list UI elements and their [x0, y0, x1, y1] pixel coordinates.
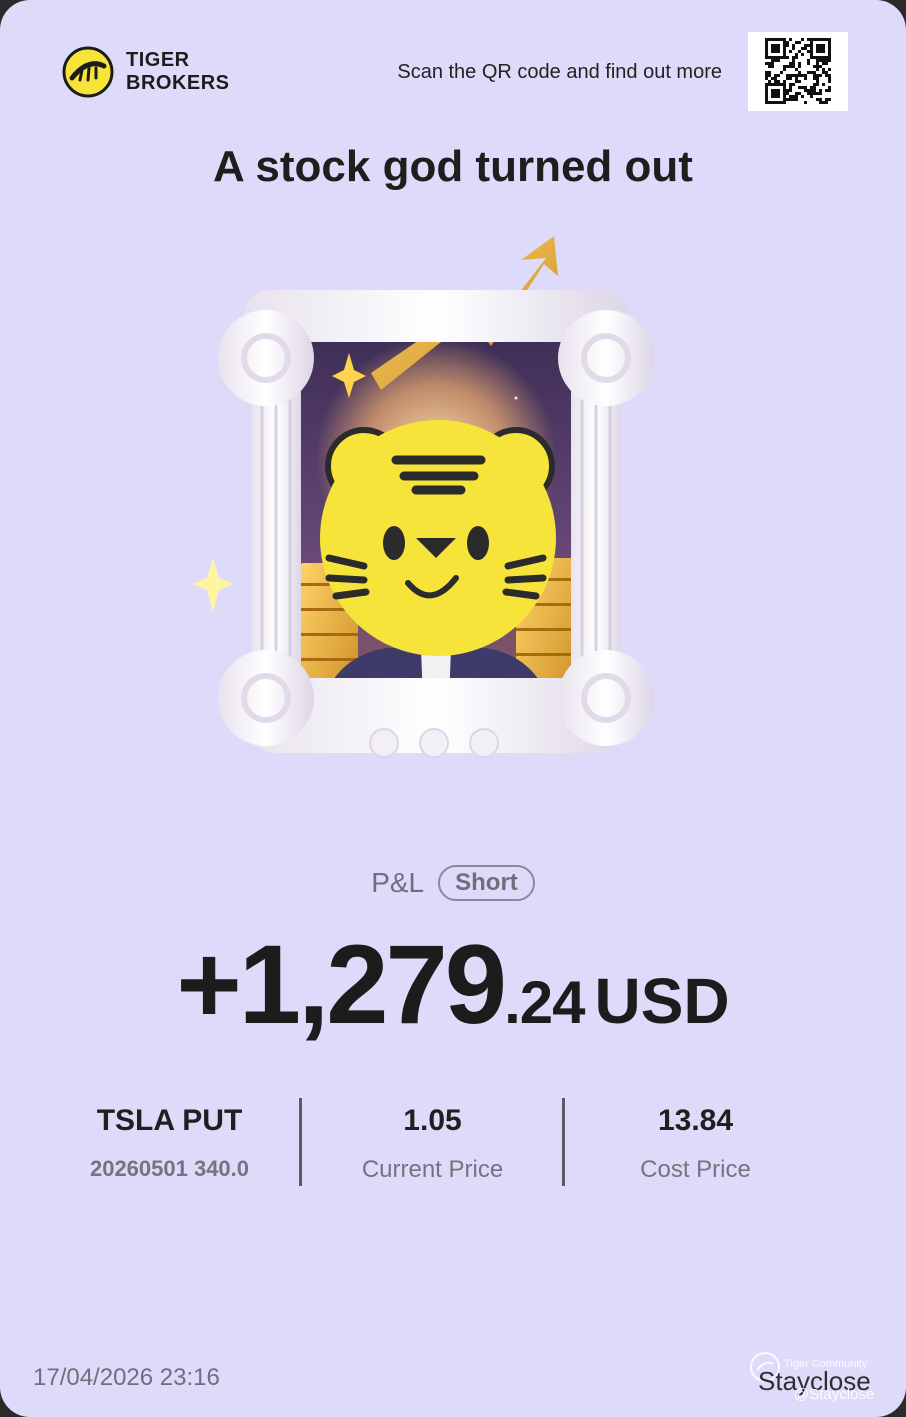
instrument-details: 20260501 340.0 [89, 1156, 250, 1181]
timestamp: 17/04/2026 23:16 [33, 1364, 220, 1391]
tiger-head [320, 420, 556, 656]
pnl-amount: +1,279.24 USD [0, 920, 906, 1049]
pnl-header: P&L Short [0, 865, 906, 901]
community-watermark: Tiger Community Stayclose @Stayclose [748, 1350, 888, 1406]
headline: A stock god turned out [213, 142, 693, 191]
instrument-name: TSLA PUT [96, 1104, 243, 1137]
pnl-amount-decimal: .24 [504, 969, 585, 1036]
position-stats: TSLA PUT 20260501 340.0 1.05 Current Pri… [38, 1098, 828, 1188]
scan-qr-text: Scan the QR code and find out more [397, 61, 722, 83]
pnl-currency: USD [594, 965, 730, 1037]
brand-name: TIGER BROKERS [126, 49, 230, 95]
brand-line-2: BROKERS [126, 72, 230, 94]
tiger-frame-illustration [192, 236, 654, 758]
cost-price-value: 13.84 [657, 1104, 734, 1137]
pnl-amount-integer: +1,279 [176, 922, 507, 1047]
sparkle-icon [192, 558, 234, 612]
qr-code[interactable] [748, 32, 848, 111]
brand-logo-group: TIGER BROKERS [62, 46, 230, 98]
pnl-label: P&L [371, 867, 425, 898]
watermark-handle: @Stayclose [794, 1386, 875, 1403]
qr-code-icon [765, 38, 831, 104]
instrument-stat: TSLA PUT 20260501 340.0 [38, 1098, 301, 1182]
brand-line-1: TIGER [126, 49, 190, 71]
tiger-logo-icon [62, 46, 114, 98]
current-price-stat: 1.05 Current Price [301, 1098, 564, 1184]
share-card: TIGER BROKERS Scan the QR code and find … [0, 0, 906, 1417]
current-price-label: Current Price [361, 1156, 504, 1183]
cost-price-stat: 13.84 Cost Price [564, 1098, 827, 1184]
current-price-value: 1.05 [403, 1104, 462, 1137]
position-side-badge: Short [438, 865, 535, 901]
cost-price-label: Cost Price [640, 1156, 751, 1183]
